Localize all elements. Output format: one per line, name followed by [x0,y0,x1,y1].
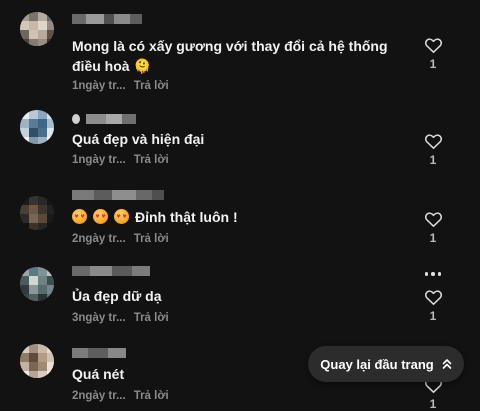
like-button[interactable]: 1 [422,38,444,71]
comment-time: 2ngày tr... [72,233,126,245]
double-chevron-up-icon [442,359,452,369]
more-options-icon[interactable] [422,272,444,276]
comment-time: 2ngày tr... [72,390,126,402]
username-redacted[interactable] [72,14,142,24]
comment-text: Ủa đẹp dữ dạ [72,288,162,304]
avatar[interactable] [20,196,54,230]
avatar[interactable] [20,344,54,378]
comment-text: Quá đẹp và hiện đại [72,131,205,147]
like-button[interactable]: 1 [422,134,444,167]
username-redacted[interactable] [72,348,126,358]
back-to-top-button[interactable]: Quay lại đầu trang [308,346,464,382]
like-button[interactable]: 1 [422,290,444,323]
avatar[interactable] [20,110,54,144]
comment-time: 3ngày tr... [72,312,126,324]
heart-icon [424,212,442,227]
reply-button[interactable]: Trả lời [134,80,169,92]
like-count: 1 [429,153,437,167]
comment-text: Mong là có xấy gương với thay đổi cả hệ … [72,38,388,74]
like-button[interactable]: 1 [422,378,444,411]
like-button[interactable]: 1 [422,212,444,245]
reply-button[interactable]: Trả lời [134,312,169,324]
smiling-face-with-heart-eyes-icon [93,209,108,224]
username-redacted[interactable] [72,266,150,276]
like-count: 1 [429,397,437,411]
heart-icon [424,38,442,53]
reply-button[interactable]: Trả lời [134,233,169,245]
heart-icon [424,134,442,149]
comment-time: 1ngày tr... [72,80,126,92]
username-redacted[interactable] [72,114,136,124]
comment-time: 1ngày tr... [72,154,126,166]
comments-panel: Mong là có xấy gương với thay đổi cả hệ … [0,0,480,411]
reply-button[interactable]: Trả lời [134,154,169,166]
like-count: 1 [429,231,437,245]
smiling-face-with-heart-eyes-icon [114,209,129,224]
like-count: 1 [429,309,437,323]
smiling-face-with-heart-eyes-icon [72,209,87,224]
reply-button[interactable]: Trả lời [134,390,169,402]
avatar[interactable] [20,267,54,301]
comment-text: Đỉnh thật luôn ! [72,207,412,227]
like-count: 1 [429,57,437,71]
avatar[interactable] [20,12,54,46]
username-redacted[interactable] [72,190,164,200]
back-to-top-label: Quay lại đầu trang [320,356,434,372]
heart-icon [424,290,442,305]
